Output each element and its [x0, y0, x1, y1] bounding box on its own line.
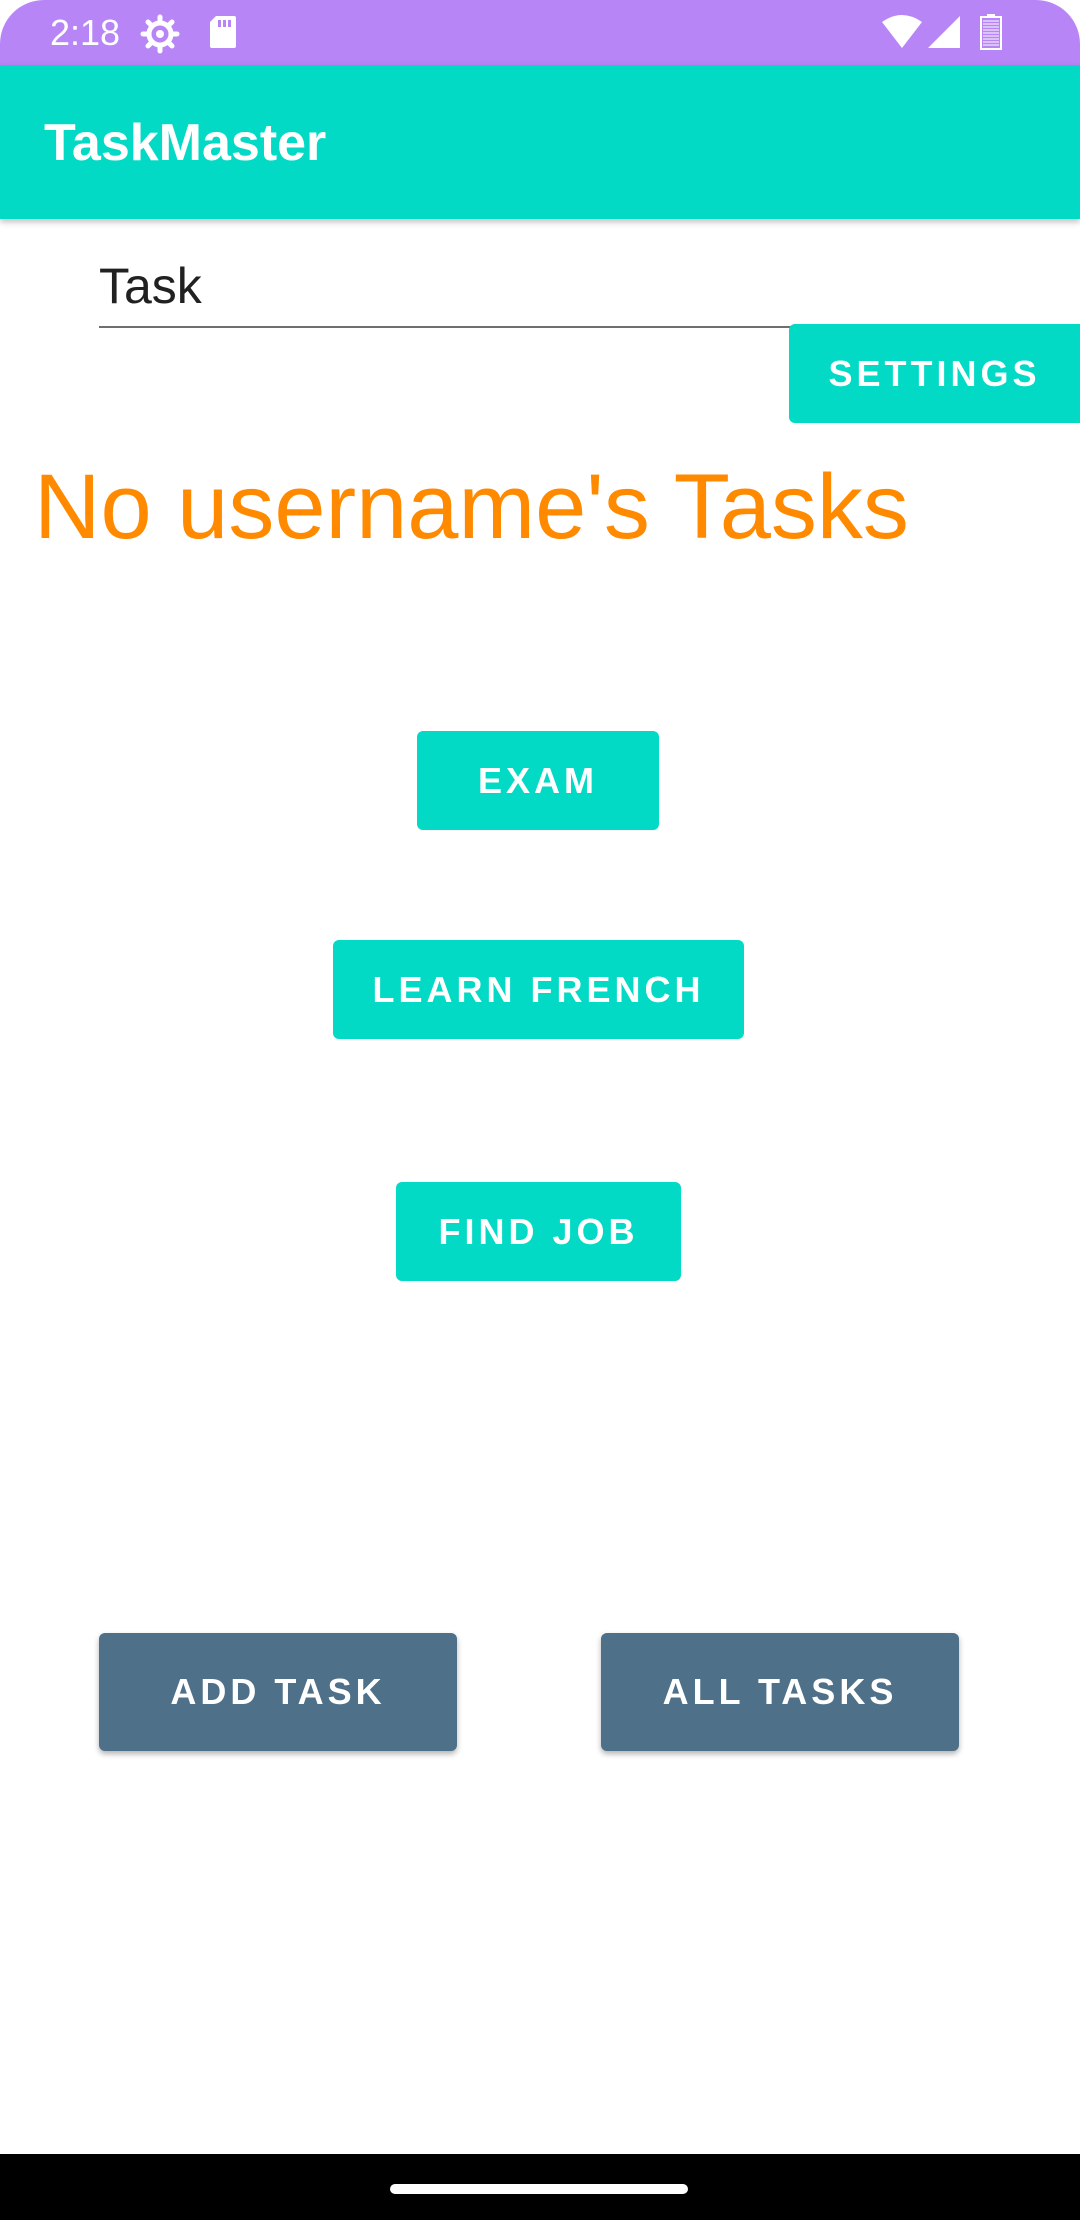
task-button-learn-french[interactable]: LEARN FRENCH: [333, 940, 744, 1039]
battery-icon: [980, 14, 1002, 55]
signal-icon: [926, 14, 962, 55]
all-tasks-button[interactable]: ALL TASKS: [601, 1633, 959, 1751]
home-gesture-handle[interactable]: [390, 2184, 688, 2194]
task-input[interactable]: Task: [99, 250, 1080, 330]
task-input-value[interactable]: Task: [99, 256, 202, 316]
app-bar: TaskMaster: [0, 65, 1080, 219]
status-bar: 2:18: [0, 0, 1080, 65]
navigation-bar: [0, 2154, 1080, 2220]
wifi-icon: [880, 14, 924, 55]
task-button-exam[interactable]: EXAM: [417, 731, 659, 830]
settings-button[interactable]: SETTINGS: [789, 324, 1080, 423]
page-heading: No username's Tasks: [34, 456, 909, 558]
app-title: TaskMaster: [44, 114, 327, 172]
settings-gear-icon: [140, 14, 180, 59]
status-time: 2:18: [50, 12, 121, 53]
task-button-find-job[interactable]: FIND JOB: [396, 1182, 681, 1281]
add-task-button[interactable]: ADD TASK: [99, 1633, 457, 1751]
sd-card-icon: [208, 14, 238, 55]
